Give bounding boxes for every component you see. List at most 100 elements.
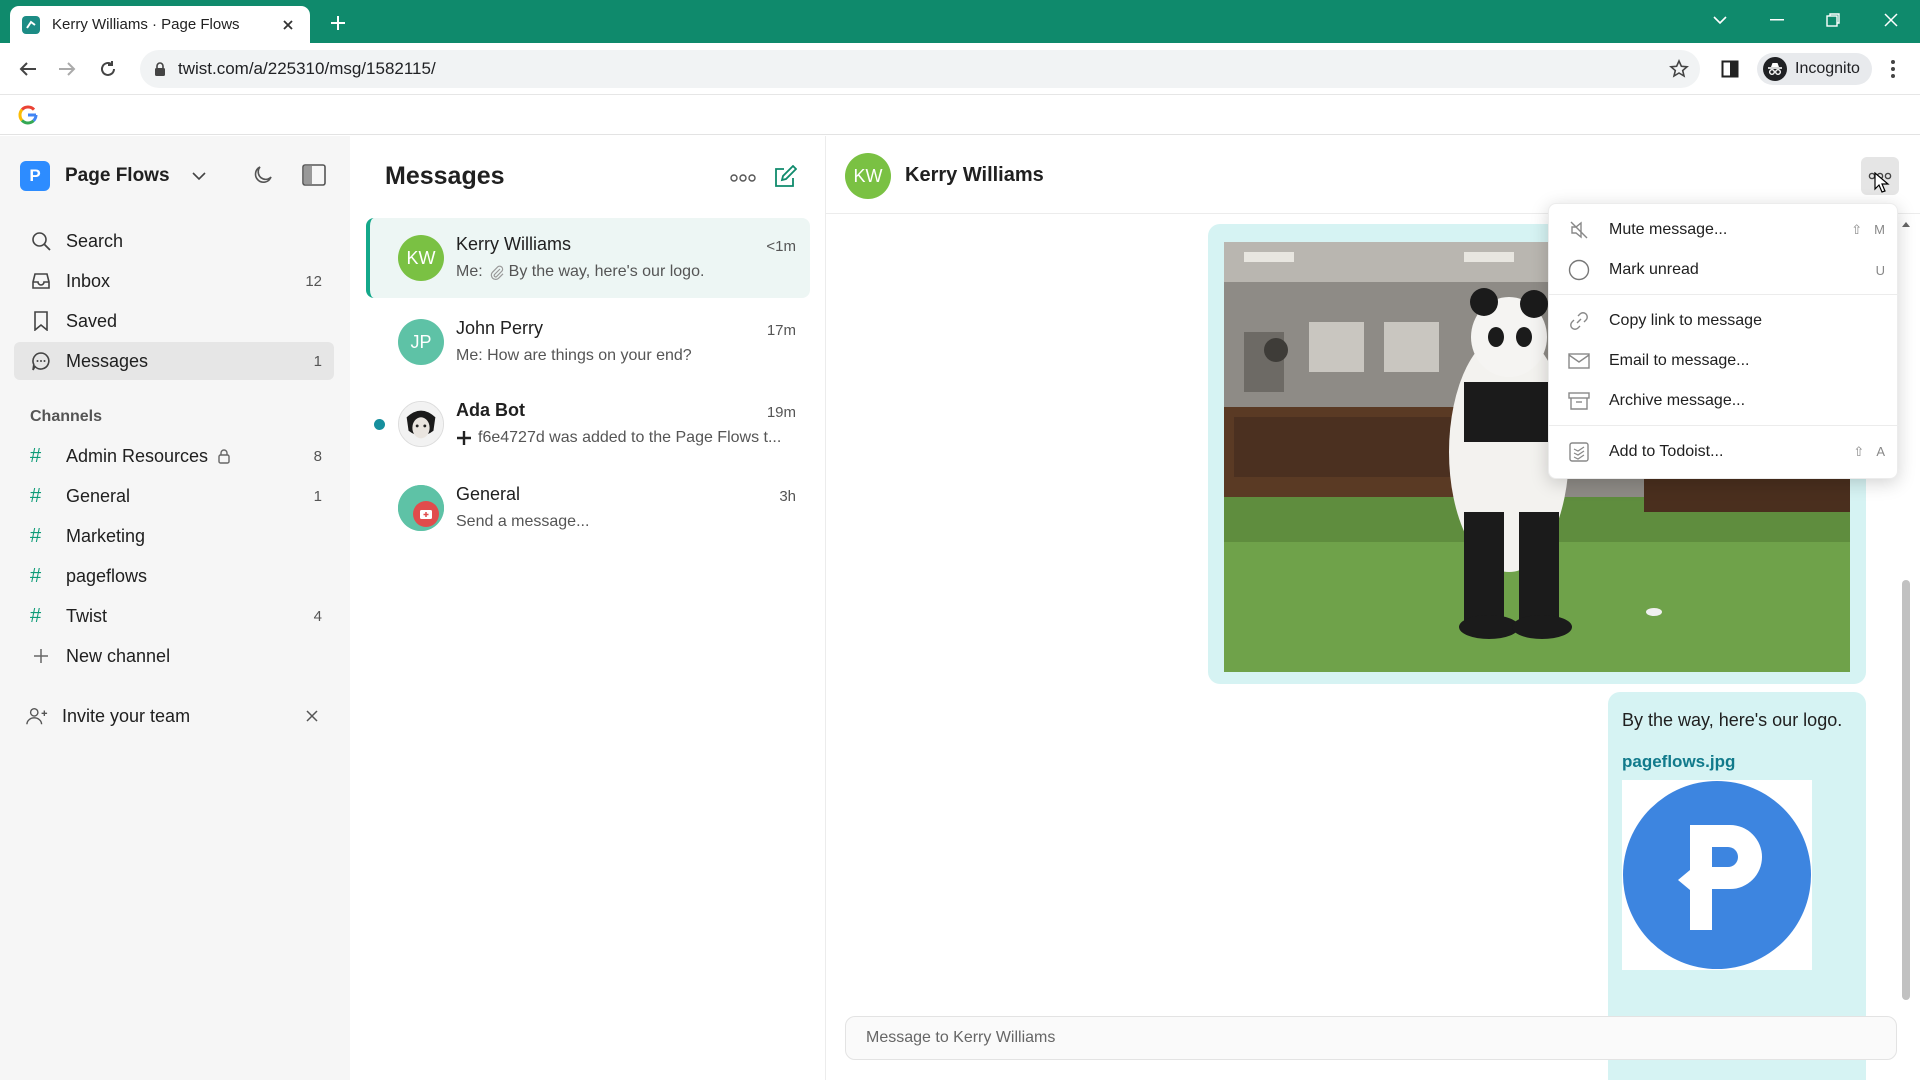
- search-icon: [30, 230, 52, 252]
- sidebar-item-messages[interactable]: Messages 1: [14, 342, 334, 380]
- google-icon[interactable]: [18, 105, 38, 125]
- browser-tab-strip: Kerry Williams · Page Flows: [0, 0, 1920, 43]
- browser-menu-icon[interactable]: [1879, 55, 1907, 83]
- message-input[interactable]: [866, 1029, 1896, 1047]
- attachment-link[interactable]: pageflows.jpg: [1622, 752, 1735, 772]
- unread-dot: [374, 419, 385, 430]
- menu-item-add-to-todoist[interactable]: Add to Todoist... ⇧ A: [1549, 434, 1899, 470]
- bookmark-star-icon[interactable]: [1665, 55, 1693, 83]
- avatar: JP: [398, 319, 444, 365]
- channel-avatar-icon: [398, 485, 444, 531]
- channel-count: 4: [313, 607, 322, 625]
- chat-bubble-icon: [30, 350, 52, 372]
- sidebar-item-saved[interactable]: Saved: [14, 302, 334, 340]
- channel-twist[interactable]: # Twist 4: [14, 597, 334, 635]
- menu-item-archive-message[interactable]: Archive message...: [1549, 383, 1899, 419]
- conversation-preview: Me: How are things on your end?: [456, 347, 692, 364]
- message-text: By the way, here's our logo.: [1622, 710, 1843, 730]
- close-window-icon[interactable]: [1876, 8, 1906, 32]
- url-text: twist.com/a/225310/msg/1582115/: [178, 59, 436, 78]
- channel-hash-icon: #: [30, 604, 42, 627]
- tab-close-icon[interactable]: [278, 15, 298, 35]
- sidebar-item-label: Search: [66, 230, 124, 251]
- browser-toolbar: twist.com/a/225310/msg/1582115/ Incognit…: [0, 43, 1920, 95]
- dismiss-invite-icon[interactable]: [306, 710, 318, 722]
- side-panel-icon[interactable]: [1716, 55, 1744, 83]
- compose-icon[interactable]: [770, 162, 800, 192]
- tab-search-chevron-icon[interactable]: [1705, 8, 1735, 32]
- channel-label: General: [66, 485, 131, 506]
- preview-text: By the way, here's our logo.: [508, 263, 705, 280]
- avatar: KW: [398, 235, 444, 281]
- workspace-switcher[interactable]: P Page Flows: [20, 160, 335, 192]
- tab-title: Kerry Williams · Page Flows: [52, 16, 240, 33]
- message-options-menu: Mute message... ⇧ M Mark unread U Copy li…: [1548, 203, 1899, 479]
- incognito-badge[interactable]: Incognito: [1757, 53, 1872, 85]
- menu-item-mark-unread[interactable]: Mark unread U: [1549, 252, 1899, 288]
- menu-item-label: Copy link to message: [1609, 312, 1762, 329]
- workspace-name: Page Flows: [65, 165, 170, 186]
- channel-label: Admin Resources: [66, 445, 209, 466]
- menu-item-copy-link[interactable]: Copy link to message: [1549, 303, 1899, 339]
- reload-icon[interactable]: [94, 55, 122, 83]
- dark-mode-moon-icon[interactable]: [252, 164, 274, 186]
- menu-shortcut: ⇧ A: [1853, 444, 1885, 459]
- forward-arrow-icon[interactable]: [53, 55, 81, 83]
- menu-shortcut: ⇧ M: [1851, 222, 1885, 237]
- preview-prefix: Me:: [456, 263, 483, 280]
- todoist-icon: [1567, 440, 1591, 464]
- address-bar[interactable]: twist.com/a/225310/msg/1582115/: [140, 50, 1700, 88]
- browser-tab[interactable]: Kerry Williams · Page Flows: [10, 6, 310, 43]
- channel-count: 1: [313, 487, 322, 505]
- back-arrow-icon[interactable]: [14, 55, 42, 83]
- conversation-title: Kerry Williams: [905, 164, 1044, 186]
- mouse-cursor-icon: [1874, 172, 1890, 194]
- sidebar-item-count: 12: [305, 272, 322, 290]
- channel-count: 8: [313, 447, 322, 465]
- scroll-thumb[interactable]: [1902, 580, 1910, 1000]
- menu-item-label: Archive message...: [1609, 392, 1746, 409]
- sidebar-item-search[interactable]: Search: [14, 222, 334, 260]
- lock-icon: [218, 448, 230, 464]
- conversation-preview: f6e4727d was added to the Page Flows t..…: [456, 429, 796, 447]
- add-person-icon: [26, 705, 48, 727]
- envelope-icon: [1567, 349, 1591, 373]
- archive-icon: [1567, 389, 1591, 413]
- channel-pageflows[interactable]: # pageflows: [14, 557, 334, 595]
- bookmark-icon: [30, 310, 52, 332]
- toggle-sidebar-icon[interactable]: [302, 164, 326, 186]
- channel-hash-icon: #: [30, 564, 42, 587]
- restore-icon[interactable]: [1818, 8, 1848, 32]
- message-composer[interactable]: [845, 1016, 1897, 1060]
- conversation-name: General: [456, 484, 521, 504]
- plus-icon: [30, 645, 52, 667]
- conversation-item-john-perry[interactable]: JP John Perry 17m Me: How are things on …: [366, 302, 810, 382]
- channel-hash-icon: #: [30, 444, 42, 467]
- new-channel-button[interactable]: New channel: [14, 637, 334, 675]
- conversation-item-ada-bot[interactable]: Ada Bot 19m f6e4727d was added to the Pa…: [366, 384, 810, 464]
- incognito-icon: [1763, 57, 1787, 81]
- bot-avatar-icon: [398, 401, 444, 447]
- conversation-scrollbar[interactable]: [1900, 220, 1912, 1000]
- preview-text: f6e4727d was added to the Page Flows t..…: [478, 429, 782, 446]
- new-tab-icon[interactable]: [325, 10, 351, 36]
- circle-icon: [1567, 258, 1591, 282]
- conversation-item-general[interactable]: General 3h Send a message...: [366, 468, 810, 548]
- conversation-item-kerry-williams[interactable]: KW Kerry Williams <1m Me: By the way, he…: [366, 218, 810, 298]
- invite-team-button[interactable]: Invite your team: [10, 697, 330, 735]
- invite-team-label: Invite your team: [62, 705, 191, 726]
- channel-marketing[interactable]: # Marketing: [14, 517, 334, 555]
- conversation-time: 19m: [766, 404, 796, 421]
- lock-icon: [154, 62, 166, 76]
- channel-general[interactable]: # General 1: [14, 477, 334, 515]
- sidebar-item-inbox[interactable]: Inbox 12: [14, 262, 334, 300]
- channel-admin-resources[interactable]: # Admin Resources 8: [14, 437, 334, 475]
- more-options-icon[interactable]: [728, 166, 758, 190]
- menu-item-label: Email to message...: [1609, 352, 1750, 369]
- menu-item-email-to-message[interactable]: Email to message...: [1549, 343, 1899, 379]
- menu-item-mute-message[interactable]: Mute message... ⇧ M: [1549, 212, 1899, 248]
- inbox-icon: [30, 270, 52, 292]
- minimize-icon[interactable]: [1762, 8, 1792, 32]
- menu-divider: [1549, 294, 1899, 295]
- pageflows-logo-image[interactable]: [1622, 780, 1812, 970]
